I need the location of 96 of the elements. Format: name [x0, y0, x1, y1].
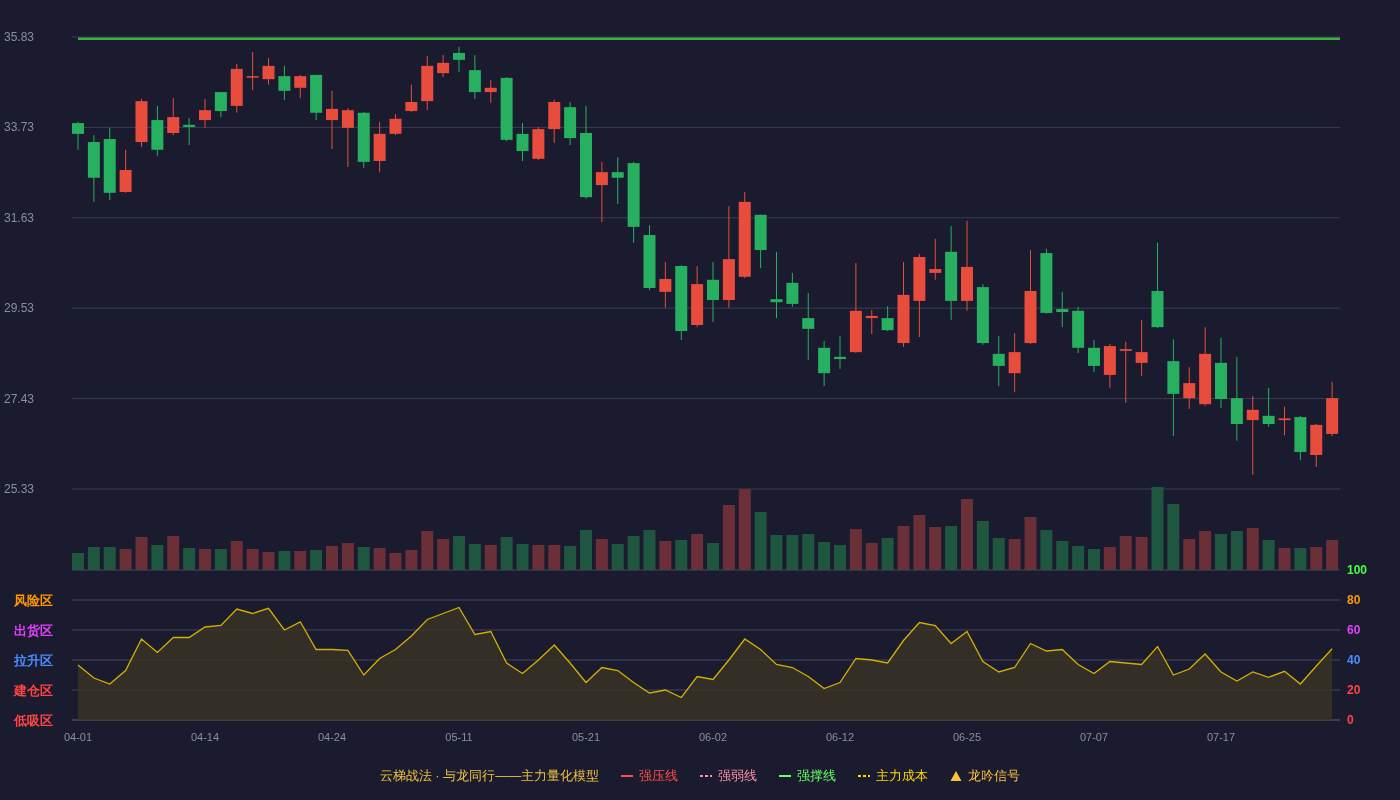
candlestick	[183, 117, 196, 146]
axis-label: 05-21	[571, 731, 601, 743]
legend-label: 强弱线	[718, 767, 758, 786]
candlestick	[468, 54, 481, 100]
candlestick	[1278, 406, 1291, 436]
candlestick	[214, 91, 227, 118]
candlestick	[865, 309, 878, 335]
axis-label: 06-12	[825, 731, 855, 743]
candlestick	[341, 107, 354, 168]
candlestick	[72, 121, 84, 151]
candlestick	[246, 51, 259, 91]
candlestick	[1326, 381, 1339, 437]
candlestick	[611, 156, 624, 205]
candlestick	[310, 74, 323, 121]
candlestick	[484, 79, 497, 104]
zone-label: 拉升区	[14, 653, 53, 668]
axis-label: 40	[1347, 653, 1361, 667]
candlestick	[786, 272, 799, 308]
candlestick	[1183, 366, 1196, 410]
candlestick	[1262, 387, 1275, 428]
axis-label: 33.73	[4, 120, 35, 135]
axis-label: 80	[1347, 593, 1361, 607]
candlestick	[881, 305, 894, 332]
legend-label: 强撑线	[797, 767, 837, 786]
candlestick	[643, 224, 656, 291]
candlestick	[389, 113, 402, 136]
candlestick	[405, 84, 418, 113]
candlestick	[532, 126, 545, 161]
legend-label: 龙吟信号	[968, 767, 1021, 786]
candlestick	[770, 251, 783, 319]
candlestick	[262, 57, 275, 86]
candlestick	[373, 121, 386, 173]
candlestick	[818, 340, 831, 387]
axis-label: 25.33	[4, 482, 35, 496]
axis-label: 07-07	[1079, 731, 1109, 743]
candlestick	[1072, 306, 1085, 354]
candlestick	[421, 55, 434, 111]
candlestick	[976, 283, 989, 346]
axis-label: 60	[1347, 623, 1361, 637]
candlestick	[595, 161, 608, 223]
axis-label: 29.53	[4, 301, 35, 316]
zone-label: 建仓区	[14, 683, 53, 698]
axis-label: 04-14	[190, 731, 220, 743]
zone-label: 低吸区	[14, 713, 53, 728]
candlestick	[1056, 291, 1069, 328]
axis-label: 27.43	[4, 391, 35, 406]
candlestick	[834, 335, 846, 370]
candlestick	[135, 98, 148, 148]
candlestick	[151, 105, 164, 157]
axis-label: 05-11	[445, 731, 473, 743]
candlestick	[1294, 415, 1307, 461]
candlestick	[1008, 332, 1021, 393]
candlestick	[1310, 423, 1323, 468]
candlestick	[516, 122, 529, 162]
axis-label: 20	[1347, 683, 1361, 697]
candlestick	[437, 54, 450, 78]
axis-label: 31.63	[4, 210, 35, 225]
candlestick	[564, 101, 577, 146]
candlestick	[691, 265, 704, 328]
axis-label: 07-17	[1206, 731, 1236, 743]
candlestick	[659, 261, 672, 309]
candlestick	[294, 74, 307, 99]
candlestick	[87, 134, 100, 203]
candlestick	[453, 46, 465, 73]
candlestick	[1215, 337, 1227, 409]
candlestick	[357, 111, 370, 169]
zone-label: 风险区	[14, 593, 53, 608]
candlestick	[1088, 339, 1100, 373]
candlestick	[548, 99, 561, 144]
candlestick	[754, 214, 767, 269]
axis-label: 06-25	[952, 731, 982, 743]
candlestick	[1103, 343, 1116, 389]
axis-label: 35.83	[4, 30, 35, 44]
candlestick	[992, 335, 1005, 387]
candlestick	[500, 76, 513, 142]
candlestick	[1119, 341, 1132, 404]
candlestick	[278, 65, 291, 101]
candlestick	[230, 63, 243, 114]
candlestick	[326, 90, 338, 150]
axis-label: 04-24	[317, 731, 347, 743]
candlestick	[119, 149, 132, 194]
axis-label: 100	[1347, 563, 1368, 577]
candlestick	[199, 98, 211, 129]
axis-label: 06-02	[698, 731, 728, 743]
candlestick	[1135, 319, 1148, 377]
zone-label: 出货区	[14, 623, 53, 638]
candlestick	[167, 97, 180, 136]
axis-label: 0	[1347, 713, 1354, 727]
candlestick	[802, 292, 815, 361]
legend-label: 主力成本	[876, 767, 929, 786]
legend-title: 云梯战法 · 与龙同行——主力量化模型	[379, 767, 600, 786]
axis-label: 04-01	[63, 731, 93, 743]
candlestick	[707, 261, 719, 323]
legend-label: 强压线	[639, 767, 679, 786]
candlestick	[1040, 248, 1053, 315]
candlestick	[929, 238, 942, 281]
